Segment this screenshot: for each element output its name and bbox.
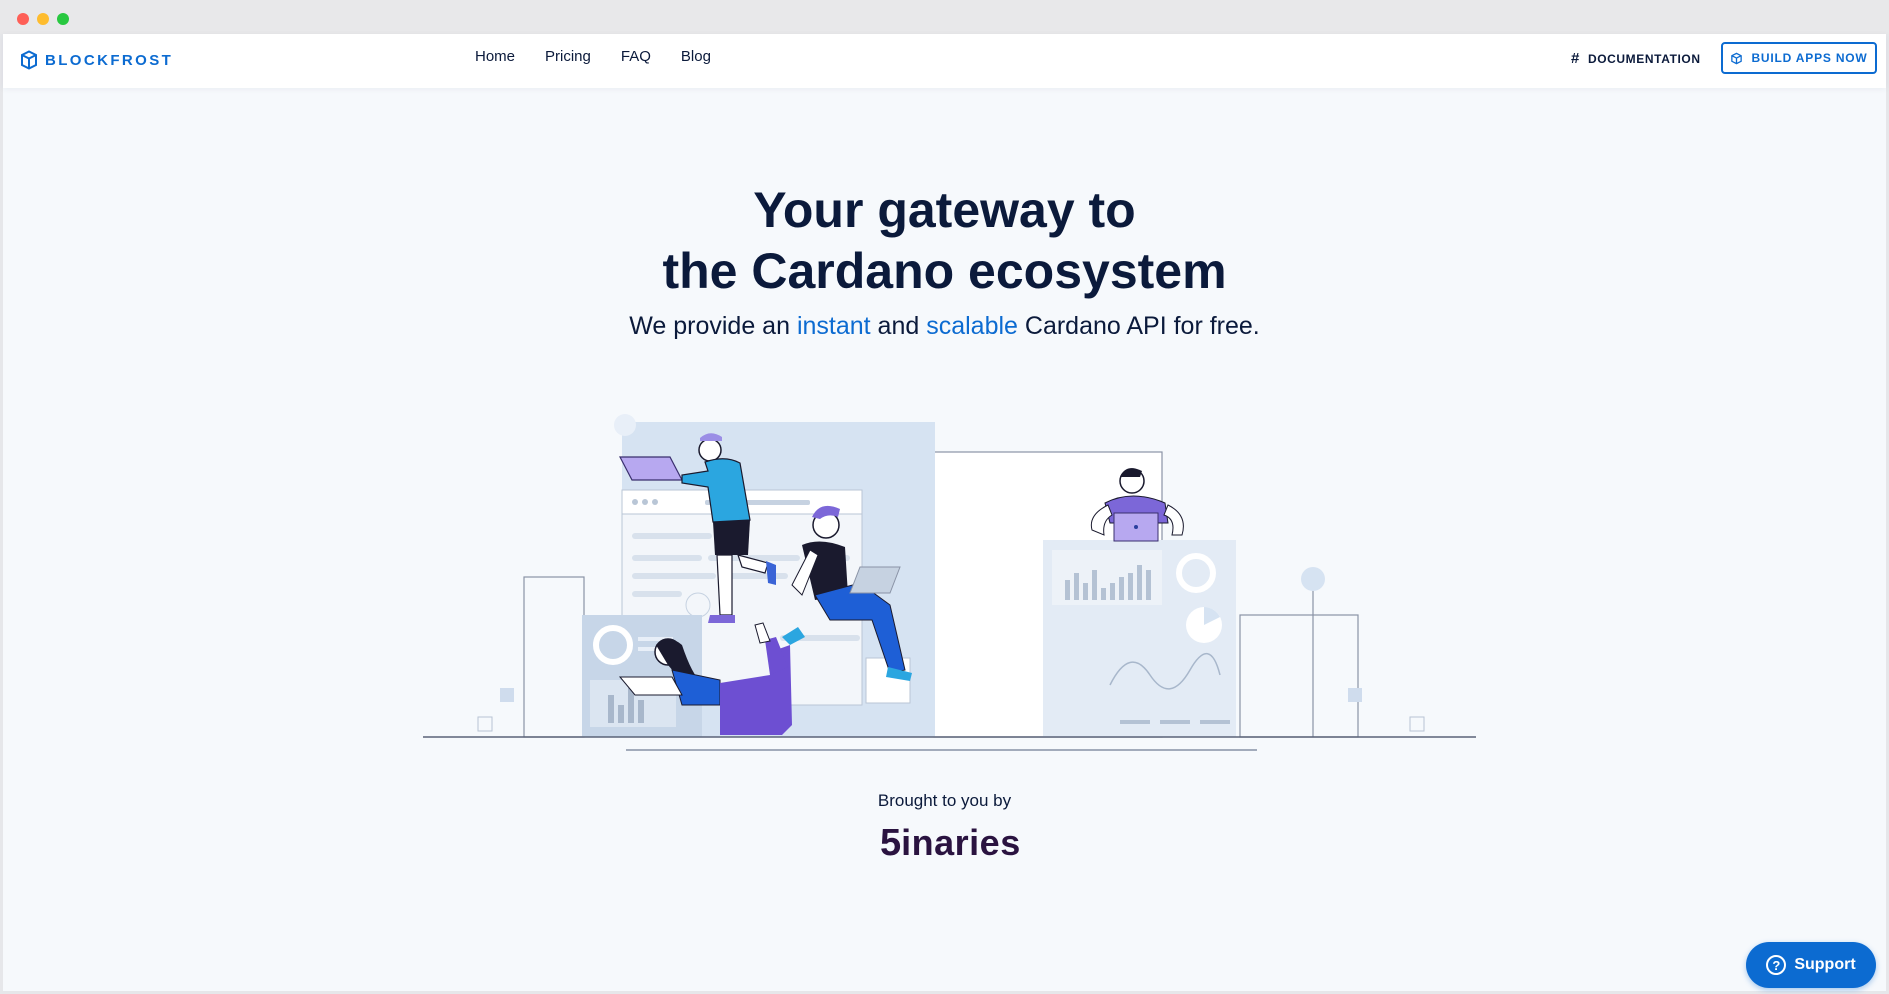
illus-small-square-right — [1348, 688, 1362, 702]
hero-illustration — [423, 414, 1476, 751]
hero-title-line-1: Your gateway to — [753, 182, 1136, 238]
hero-title-line-2: the Cardano ecosystem — [662, 243, 1227, 299]
top-navbar: BLOCKFROST Home Pricing FAQ Blog # DOCUM… — [3, 34, 1886, 88]
minimize-window-button[interactable] — [37, 13, 49, 25]
subtitle-part-1: We provide an — [629, 312, 797, 340]
illus-post-ball — [1301, 567, 1325, 591]
question-icon: ? — [1766, 955, 1787, 975]
close-window-button[interactable] — [17, 13, 29, 25]
nav-blog[interactable]: Blog — [681, 48, 711, 65]
illus-panel-corner — [614, 414, 636, 436]
documentation-link[interactable]: # DOCUMENTATION — [1571, 50, 1701, 67]
illus-outline-far-right — [1239, 614, 1359, 738]
frame-border-left — [0, 34, 3, 994]
blockfrost-logo[interactable]: BLOCKFROST — [19, 50, 173, 70]
nav-pricing[interactable]: Pricing — [545, 48, 591, 65]
illus-outline-left — [523, 576, 585, 738]
nav-faq[interactable]: FAQ — [621, 48, 651, 65]
build-apps-now-label: BUILD APPS NOW — [1751, 51, 1868, 65]
main-nav: Home Pricing FAQ Blog — [475, 48, 711, 65]
blockfrost-logo-icon — [21, 50, 37, 70]
5binaries-logo-text: inaries — [901, 822, 1021, 863]
illus-small-square-left — [500, 688, 514, 702]
build-apps-now-button[interactable]: BUILD APPS NOW — [1721, 42, 1877, 74]
subtitle-highlight-scalable: scalable — [926, 312, 1018, 340]
cube-icon — [1731, 52, 1743, 64]
5binaries-logo[interactable]: 5 inaries — [880, 822, 1021, 865]
hash-icon: # — [1571, 50, 1580, 67]
illus-small-square-left-2 — [477, 716, 493, 732]
illus-small-square-right-2 — [1409, 716, 1425, 732]
subtitle-part-2: and — [870, 312, 927, 340]
5binaries-logo-digit: 5 — [880, 822, 902, 864]
hero-title: Your gateway to the Cardano ecosystem — [0, 180, 1889, 302]
illus-person-top-head — [698, 438, 722, 462]
subtitle-highlight-instant: instant — [796, 312, 871, 340]
maximize-window-button[interactable] — [57, 13, 69, 25]
brand-name: BLOCKFROST — [45, 51, 174, 69]
subtitle-part-3: Cardano API for free. — [1017, 312, 1260, 340]
support-button[interactable]: ? Support — [1746, 942, 1876, 988]
browser-titlebar — [0, 0, 1889, 35]
hero-subtitle: We provide an instant and scalable Carda… — [0, 312, 1889, 341]
brought-to-you-by-label: Brought to you by — [877, 791, 1012, 810]
nav-home[interactable]: Home — [475, 48, 515, 65]
documentation-label: DOCUMENTATION — [1587, 51, 1701, 66]
support-label: Support — [1794, 956, 1856, 973]
